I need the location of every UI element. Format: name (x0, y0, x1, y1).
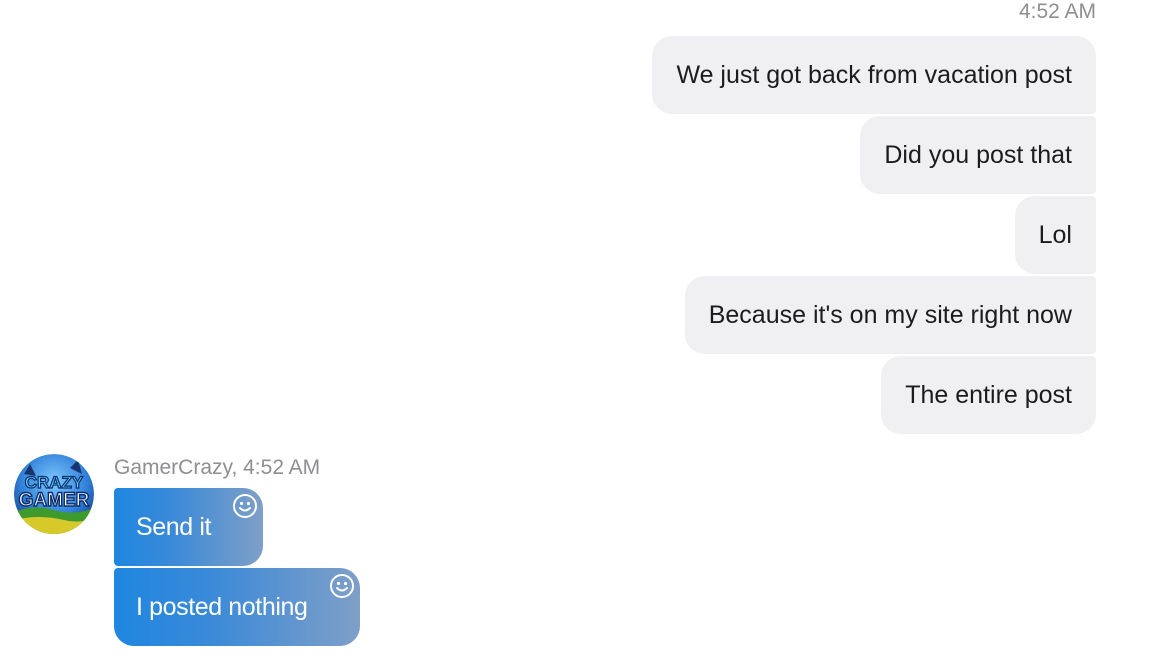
message-text: Send it (136, 513, 212, 541)
avatar[interactable]: CRAZY GAMER (14, 454, 94, 534)
outgoing-message-bubble[interactable]: Because it's on my site right now (684, 276, 1096, 354)
incoming-message-list: Send it I posted nothing (114, 488, 360, 646)
incoming-message-bubble[interactable]: I posted nothing (114, 568, 360, 646)
message-text: I posted nothing (136, 593, 308, 621)
crazy-gamer-logo: CRAZY GAMER (14, 454, 94, 534)
outgoing-message-bubble[interactable]: Did you post that (860, 116, 1096, 194)
svg-text:GAMER: GAMER (19, 490, 90, 511)
chat-thread: 4:52 AM We just got back from vacation p… (0, 0, 1172, 658)
outgoing-message-bubble[interactable]: The entire post (881, 356, 1096, 434)
sender-name-time: GamerCrazy, 4:52 AM (114, 456, 321, 479)
incoming-message-bubble[interactable]: Send it (114, 488, 264, 566)
smiley-icon[interactable] (328, 572, 356, 600)
outgoing-message-bubble[interactable]: We just got back from vacation post (652, 36, 1096, 114)
outgoing-message-bubble[interactable]: Lol (1014, 196, 1096, 274)
message-timestamp: 4:52 AM (1018, 0, 1096, 23)
smiley-icon[interactable] (231, 492, 259, 520)
outgoing-message-group: We just got back from vacation post Did … (652, 36, 1096, 434)
